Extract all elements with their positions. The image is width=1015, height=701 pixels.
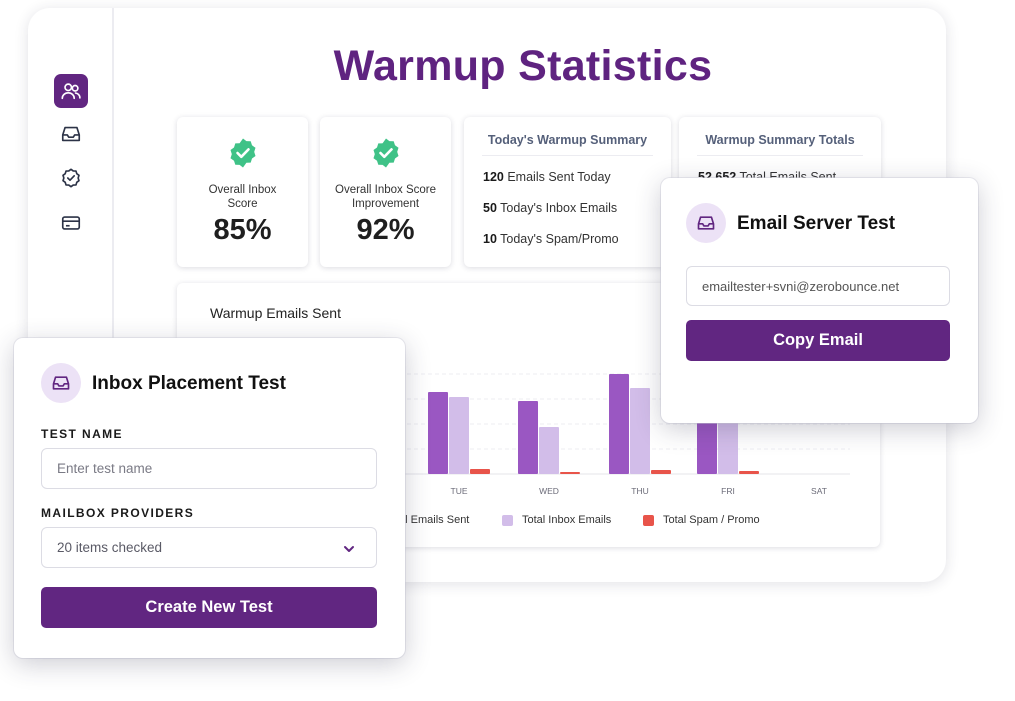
legend-item: Total Spam / Promo xyxy=(643,514,760,526)
create-new-test-button[interactable]: Create New Test xyxy=(41,587,377,628)
score-value: 92% xyxy=(356,214,415,246)
divider xyxy=(482,155,653,156)
chevron-down-icon xyxy=(344,546,354,552)
score-label: Overall Inbox Score Improvement xyxy=(335,184,436,210)
sidebar-item-billing[interactable] xyxy=(54,206,88,240)
tester-email-field[interactable]: emailtester+svni@zerobounce.net xyxy=(686,266,950,306)
sidebar-item-users[interactable] xyxy=(54,74,88,108)
legend-item: Total Inbox Emails xyxy=(502,514,611,526)
sidebar-item-verification[interactable] xyxy=(54,161,88,195)
credit-card-icon xyxy=(61,216,81,230)
verified-check-icon xyxy=(373,138,398,168)
panel-title: Email Server Test xyxy=(737,213,896,234)
bar-total-spam-promo xyxy=(560,472,580,474)
bar-total-emails-sent xyxy=(518,401,538,474)
inbox-icon-circle xyxy=(686,203,726,243)
bar-total-inbox-emails xyxy=(449,397,469,474)
score-label: Overall Inbox Score xyxy=(208,184,277,210)
inbox-icon xyxy=(697,216,715,230)
legend-swatch xyxy=(502,514,513,526)
x-tick-label: SAT xyxy=(811,486,827,496)
sidebar-item-inbox[interactable] xyxy=(54,117,88,151)
summary-title: Today's Warmup Summary xyxy=(487,133,648,147)
email-server-panel: Email Server Test emailtester+svni@zerob… xyxy=(661,178,978,423)
score-value: 85% xyxy=(213,214,272,246)
legend-swatch xyxy=(643,514,654,526)
mailbox-providers-label: MAILBOX PROVIDERS xyxy=(41,506,195,520)
mailbox-providers-select[interactable]: 20 items checked xyxy=(41,527,377,568)
inbox-icon xyxy=(61,126,81,142)
x-tick-label: FRI xyxy=(721,486,735,496)
bar-total-spam-promo xyxy=(470,469,490,474)
inbox-icon-circle xyxy=(41,363,81,403)
bar-total-emails-sent xyxy=(609,374,629,474)
inbox-score-card: Overall Inbox Score 85% xyxy=(177,117,308,267)
x-tick-label: THU xyxy=(631,486,648,496)
bar-total-spam-promo xyxy=(651,470,671,474)
users-icon xyxy=(61,83,81,100)
copy-email-button[interactable]: Copy Email xyxy=(686,320,950,361)
test-name-label: TEST NAME xyxy=(41,427,123,441)
summary-line: 50 Today's Inbox Emails xyxy=(483,201,618,215)
today-summary-card: Today's Warmup Summary 120 Emails Sent T… xyxy=(464,117,671,267)
summary-title: Warmup Summary Totals xyxy=(705,133,855,147)
x-tick-label: WED xyxy=(539,486,559,496)
verified-check-icon xyxy=(230,138,255,168)
divider xyxy=(697,155,863,156)
legend-item: tal Emails Sent xyxy=(396,514,470,526)
bar-total-inbox-emails xyxy=(539,427,559,474)
badge-check-icon xyxy=(62,168,80,188)
inbox-placement-panel: Inbox Placement Test TEST NAME Enter tes… xyxy=(14,338,405,658)
summary-line: 120 Emails Sent Today xyxy=(483,170,611,184)
select-value: 20 items checked xyxy=(57,540,163,555)
bar-total-emails-sent xyxy=(428,392,448,474)
x-tick-label: TUE xyxy=(451,486,468,496)
inbox-icon xyxy=(52,376,70,390)
bar-total-inbox-emails xyxy=(630,388,650,474)
panel-title: Inbox Placement Test xyxy=(92,373,286,394)
page-title: Warmup Statistics xyxy=(333,42,713,90)
bar-total-spam-promo xyxy=(739,471,759,474)
test-name-input[interactable]: Enter test name xyxy=(41,448,377,489)
summary-line: 10 Today's Spam/Promo xyxy=(483,232,619,246)
score-improvement-card: Overall Inbox Score Improvement 92% xyxy=(320,117,451,267)
